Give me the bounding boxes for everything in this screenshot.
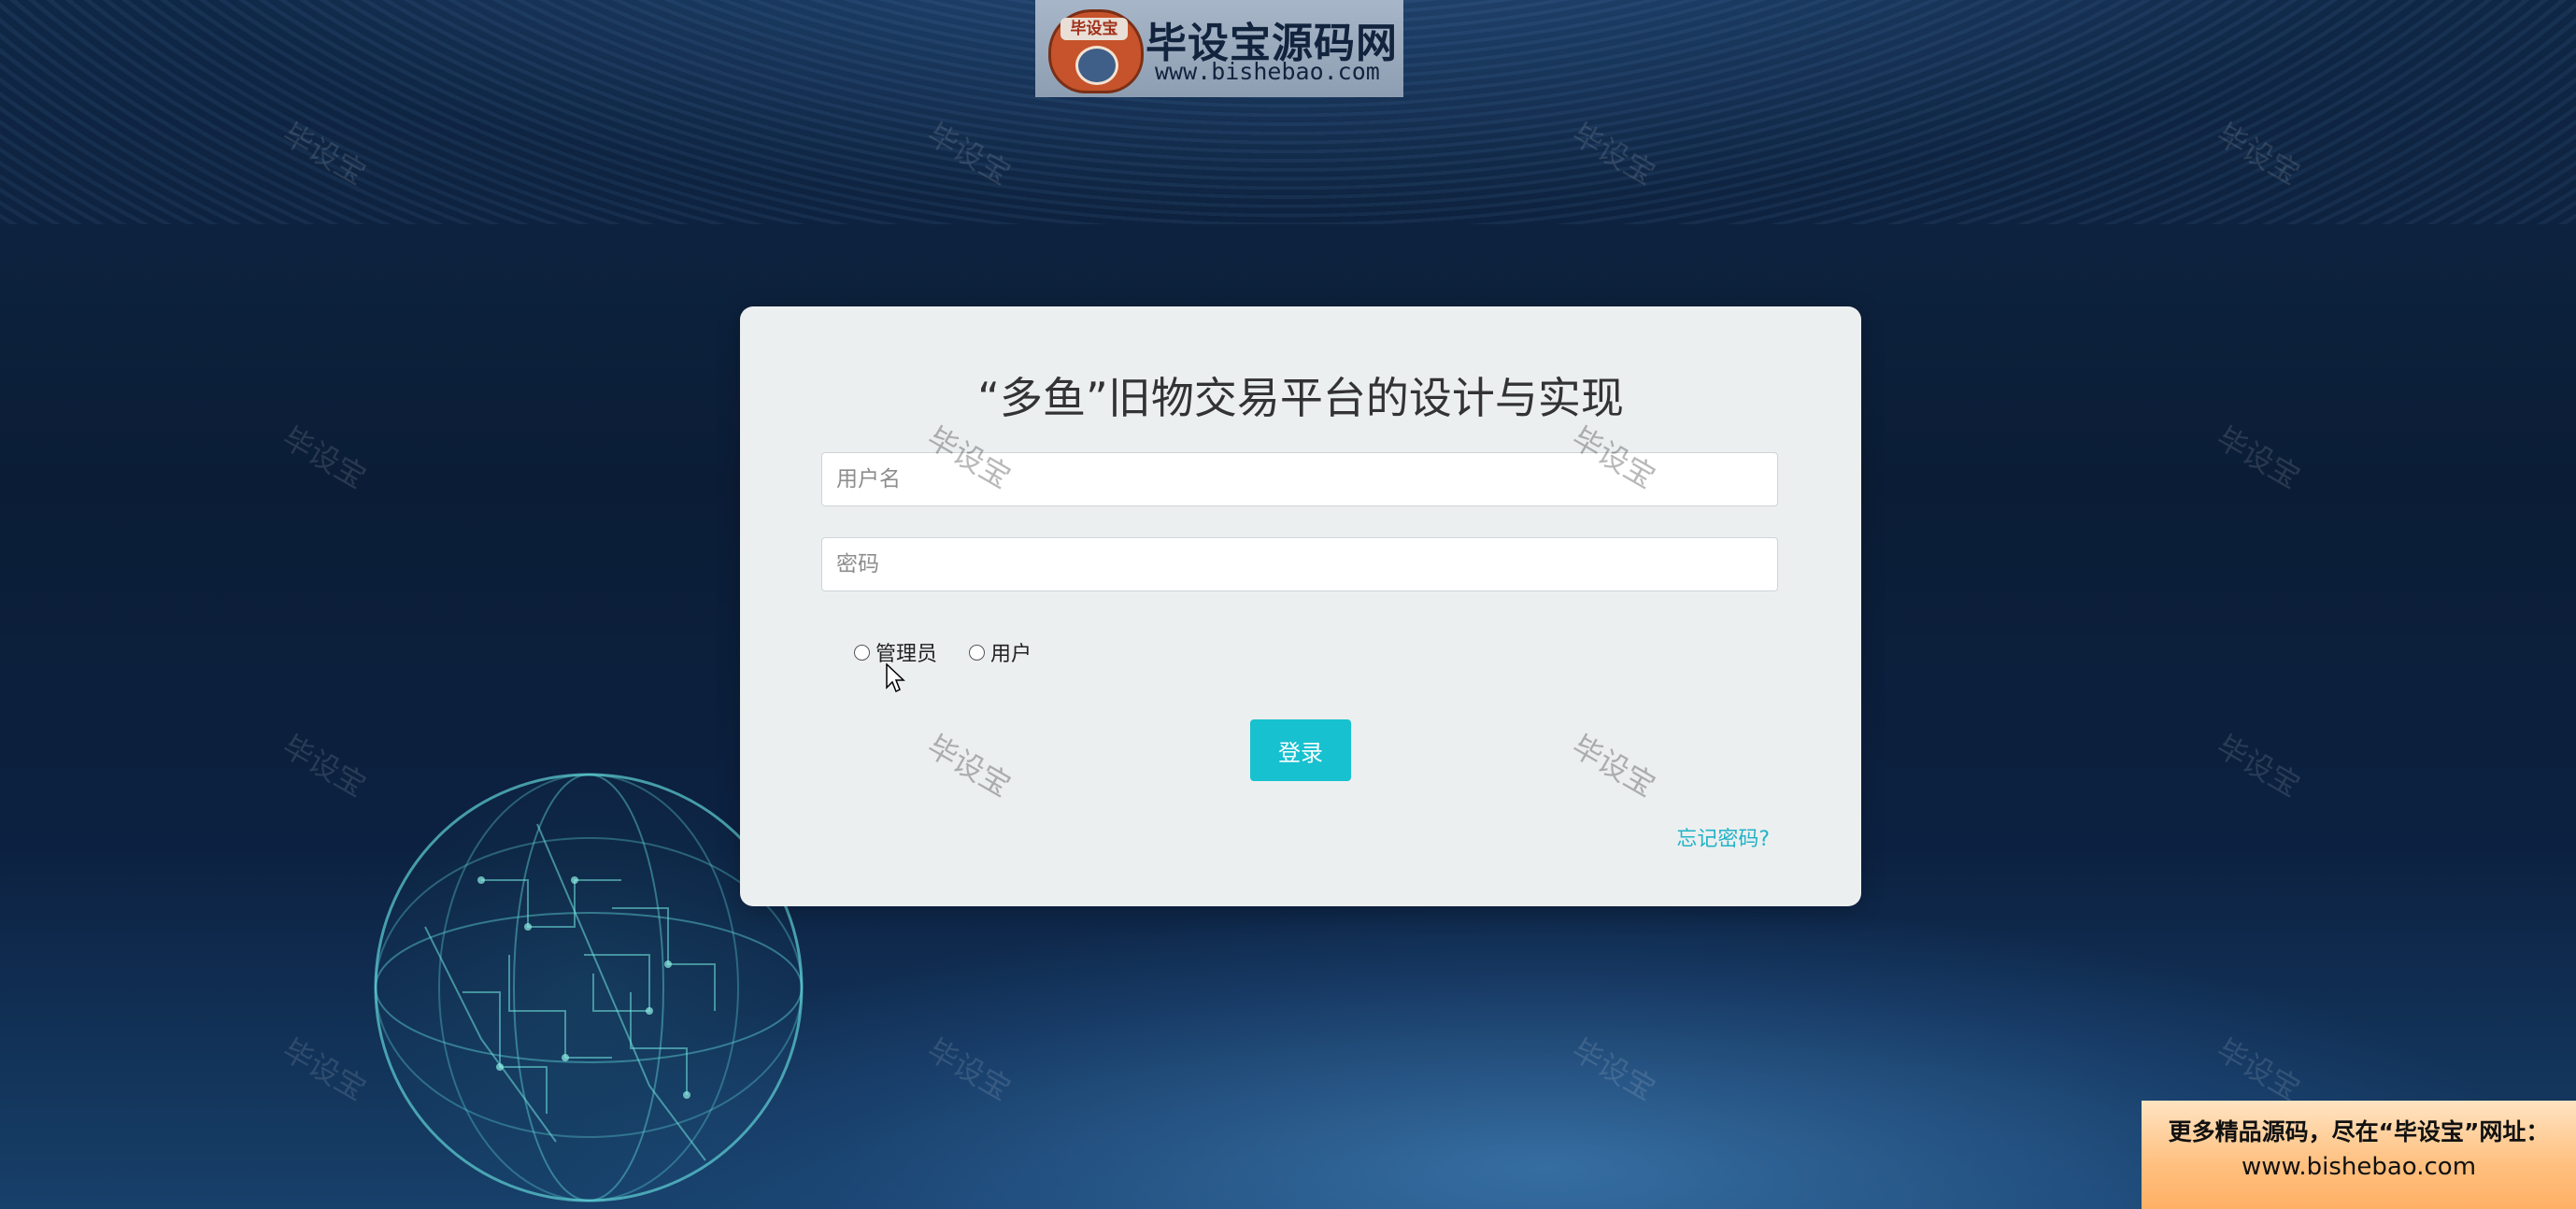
- page-title: “多鱼”旧物交易平台的设计与实现: [977, 373, 1624, 423]
- watermark: 毕设宝: [2210, 728, 2307, 804]
- mouse-cursor-icon: [886, 663, 905, 693]
- role-label-admin: 管理员: [875, 643, 938, 666]
- login-card: “多鱼”旧物交易平台的设计与实现 管理员 用户 登录 忘记密码?: [740, 306, 1861, 906]
- watermark: 毕设宝: [276, 420, 373, 496]
- watermark: 毕设宝: [276, 728, 373, 804]
- forgot-password-link[interactable]: 忘记密码?: [1676, 822, 1770, 852]
- watermark: 毕设宝: [276, 1031, 373, 1108]
- watermark: 毕设宝: [1565, 1031, 1662, 1108]
- role-option-user[interactable]: 用户: [969, 637, 1032, 667]
- login-button[interactable]: 登录: [1250, 719, 1351, 781]
- radio-user[interactable]: [969, 644, 986, 661]
- watermark: 毕设宝: [2210, 1031, 2307, 1108]
- logo-url: www.bishebao.com: [1155, 58, 1380, 85]
- site-logo[interactable]: 毕设宝 毕设宝源码网 www.bishebao.com: [1035, 0, 1403, 97]
- radio-admin[interactable]: [854, 644, 870, 661]
- logo-badge-text: 毕设宝: [1070, 20, 1118, 38]
- promo-text: 更多精品源码，尽在“毕设宝”网址：: [2168, 1118, 2550, 1145]
- watermark: 毕设宝: [920, 1031, 1018, 1108]
- promo-banner[interactable]: 更多精品源码，尽在“毕设宝”网址： www.bishebao.com: [2142, 1101, 2576, 1209]
- promo-url: www.bishebao.com: [2241, 1153, 2477, 1181]
- watermark: 毕设宝: [2210, 420, 2307, 496]
- logo-mascot-icon: 毕设宝: [1048, 9, 1144, 93]
- password-input[interactable]: [821, 537, 1778, 591]
- role-label-user: 用户: [990, 643, 1032, 666]
